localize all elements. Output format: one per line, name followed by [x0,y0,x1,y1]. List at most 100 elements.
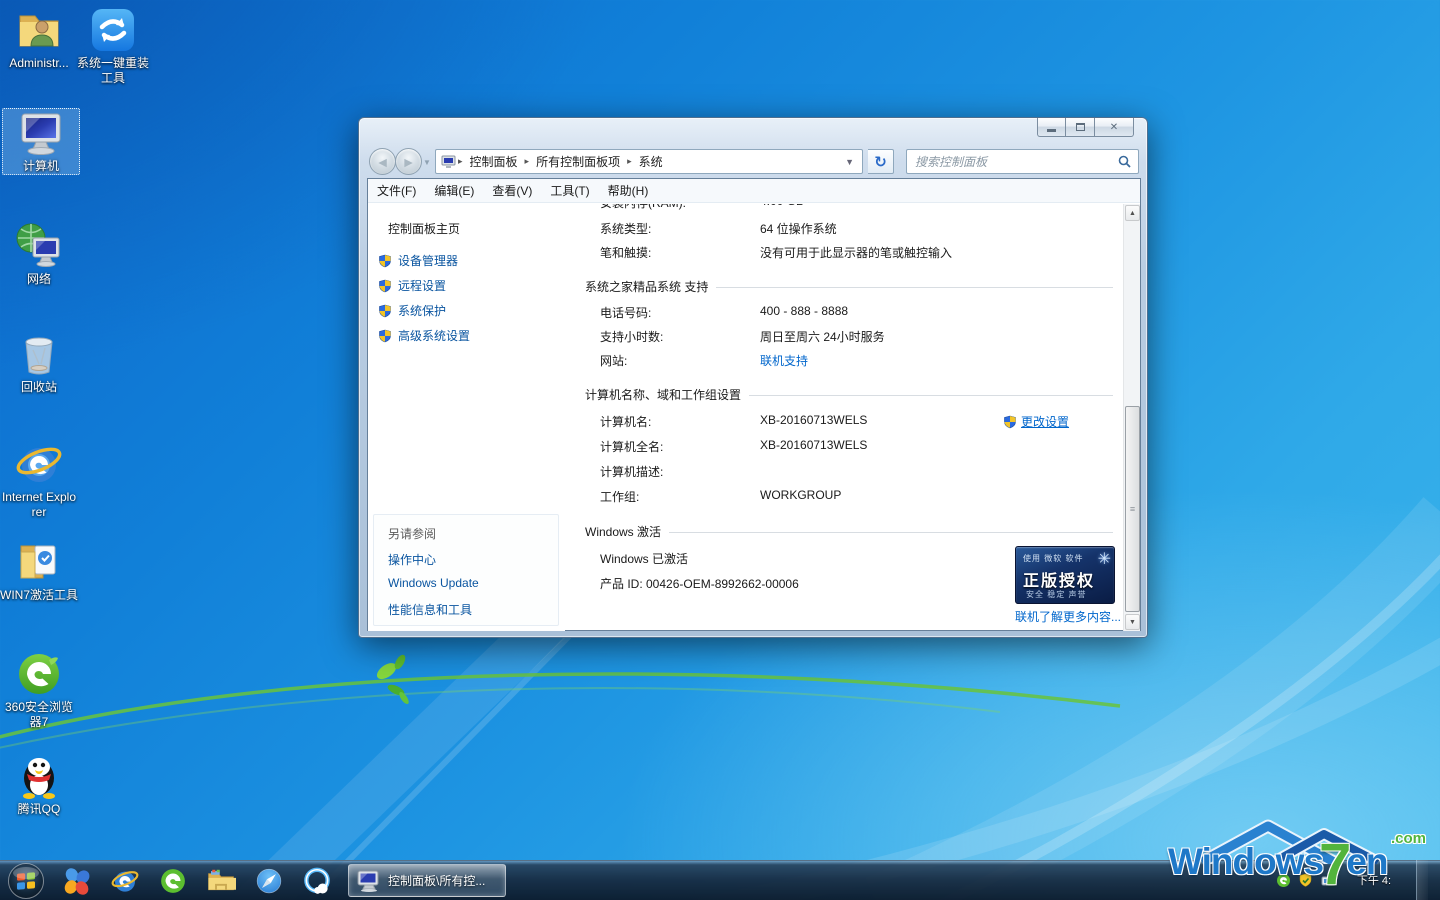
taskbar: 控制面板\所有控... 下午 4: [0,860,1440,900]
desktop-icon-reinstall-tool[interactable]: 系统一键重装工具 [74,6,152,86]
360-browser-icon [15,650,63,698]
desktop-icon-computer[interactable]: 计算机 [2,108,80,175]
tray-icon-3[interactable] [1320,873,1335,888]
menu-bar: 文件(F) 编辑(E) 查看(V) 工具(T) 帮助(H) [368,179,1140,203]
row-label: 支持小时数: [600,328,663,345]
scroll-up-arrow[interactable]: ▲ [1125,205,1140,221]
win7-activator-icon [15,538,63,586]
row-value: 400 - 888 - 8888 [760,304,848,318]
windows-activation-section-header: Windows 激活 [585,523,1113,540]
pen-touch-row: 笔和触摸: 没有可用于此显示器的笔或触控输入 [565,244,1126,262]
window-controls: ✕ [1037,118,1134,137]
scroll-down-arrow[interactable]: ▼ [1125,614,1140,630]
taskbar-task-control-panel[interactable]: 控制面板\所有控... [348,864,506,897]
taskbar-icon-windows-explorer[interactable] [204,864,238,898]
content-area: 控制面板主页 设备管理器 远程设置 系 [368,204,1140,631]
genuine-star-icon: ✳ [1098,549,1111,569]
show-desktop-button[interactable] [1416,860,1428,900]
sidebar-item-label: 高级系统设置 [398,327,470,344]
task-icon [357,870,381,892]
reinstall-tool-icon [89,6,137,54]
menu-help[interactable]: 帮助(H) [599,182,658,199]
sidebar-item-action-center[interactable]: 操作中心 [388,551,436,568]
start-button[interactable] [6,861,46,900]
search-icon[interactable] [1118,155,1138,168]
sidebar-item-advanced-settings[interactable]: 高级系统设置 [378,327,470,344]
desktop-icon-recycle-bin[interactable]: 回收站 [0,330,78,395]
desktop-icon-label: 腾讯QQ [0,802,78,817]
breadcrumb-all-items[interactable]: 所有控制面板项 [530,153,626,170]
sidebar-item-windows-update[interactable]: Windows Update [388,576,479,590]
address-dropdown-caret[interactable]: ▼ [837,157,862,167]
desktop-icon-label: 网络 [0,272,78,287]
desktop-icon-network[interactable]: 网络 [0,222,78,287]
sidebar-item-device-manager[interactable]: 设备管理器 [378,252,458,269]
forward-button[interactable]: ► [395,148,422,175]
change-settings-link[interactable]: 更改设置 [1003,413,1069,430]
computer-fullname-row: 计算机全名: XB-20160713WELS [565,438,1126,456]
workgroup-row: 工作组: WORKGROUP [565,488,1126,506]
qq-icon [15,752,63,800]
learn-more-online-link[interactable]: 联机了解更多内容... [1015,608,1121,625]
uac-shield-icon [378,254,392,268]
search-input[interactable] [907,155,1118,169]
minimize-button[interactable] [1037,118,1066,137]
row-label: 安装内存(RAM): [600,204,686,211]
row-label: 笔和触摸: [600,244,651,261]
taskbar-clock[interactable]: 下午 4: [1342,872,1406,888]
breadcrumb-system[interactable]: 系统 [633,153,669,170]
tray-icon-2[interactable] [1298,873,1313,888]
scrollbar-thumb[interactable]: ≡ [1125,406,1140,612]
desktop-icon-label: Administr... [0,56,78,71]
online-support-link[interactable]: 联机支持 [760,352,808,369]
row-label: 系统类型: [600,220,651,237]
close-button[interactable]: ✕ [1095,118,1134,137]
taskbar-icon-qq-browser[interactable] [300,864,334,898]
desktop-icon-label: WIN7激活工具 [0,588,78,603]
uac-shield-icon [1003,415,1017,429]
desktop-icon-administrator[interactable]: Administr... [0,6,78,71]
menu-file[interactable]: 文件(F) [368,182,425,199]
refresh-button[interactable]: ↻ [868,149,894,174]
genuine-software-badge[interactable]: 使用 微软 软件 正版授权 安全 稳定 声誉 ✳ [1015,546,1115,604]
uac-shield-icon [378,329,392,343]
row-label: 网站: [600,352,627,369]
sidebar-item-remote-settings[interactable]: 远程设置 [378,277,446,294]
tray-icon-1[interactable] [1276,873,1291,888]
recent-pages-caret[interactable]: ▼ [423,158,431,167]
row-value: 没有可用于此显示器的笔或触控输入 [760,244,952,261]
vertical-scrollbar[interactable]: ▲ ≡ ▼ [1123,204,1140,631]
sidebar-item-label: 远程设置 [398,277,446,294]
internet-explorer-icon [15,440,63,488]
badge-line3: 安全 稳定 声誉 [1026,589,1086,600]
menu-tools[interactable]: 工具(T) [541,182,598,199]
maximize-button[interactable] [1066,118,1095,137]
taskbar-icon-internet-explorer[interactable] [108,864,142,898]
uac-shield-icon [378,279,392,293]
address-bar[interactable]: ▸ 控制面板 ▸ 所有控制面板项 ▸ 系统 ▼ [435,149,863,174]
badge-line1: 使用 微软 软件 [1023,553,1083,564]
taskbar-icon-pinwheel-app[interactable] [60,864,94,898]
desktop-icon-win7-activator[interactable]: WIN7激活工具 [0,538,78,603]
taskbar-icon-360-browser[interactable] [156,864,190,898]
back-button[interactable]: ◄ [369,148,396,175]
taskbar-icon-safari-like-browser[interactable] [252,864,286,898]
sidebar-item-control-panel-home[interactable]: 控制面板主页 [388,220,460,237]
ram-row: 安装内存(RAM): 4.00 GB [565,204,1126,212]
sidebar: 控制面板主页 设备管理器 远程设置 系 [368,204,565,631]
menu-view[interactable]: 查看(V) [483,182,541,199]
desktop-icon-internet-explorer[interactable]: Internet Explorer [0,440,78,520]
desktop-icon-label: Internet Explorer [0,490,78,520]
search-box[interactable] [906,149,1139,174]
desktop-icon-tencent-qq[interactable]: 腾讯QQ [0,752,78,817]
watermark-com-text: .com [1391,830,1426,847]
desktop-icon-360-browser[interactable]: 360安全浏览器7 [0,650,78,730]
sidebar-item-label: 设备管理器 [398,252,458,269]
badge-line2: 正版授权 [1023,567,1095,591]
sidebar-item-system-protection[interactable]: 系统保护 [378,302,446,319]
support-hours-row: 支持小时数: 周日至周六 24小时服务 [565,328,1126,346]
menu-edit[interactable]: 编辑(E) [425,182,483,199]
sidebar-item-performance-tools[interactable]: 性能信息和工具 [388,601,472,618]
row-value: XB-20160713WELS [760,438,867,452]
breadcrumb-control-panel[interactable]: 控制面板 [464,153,524,170]
